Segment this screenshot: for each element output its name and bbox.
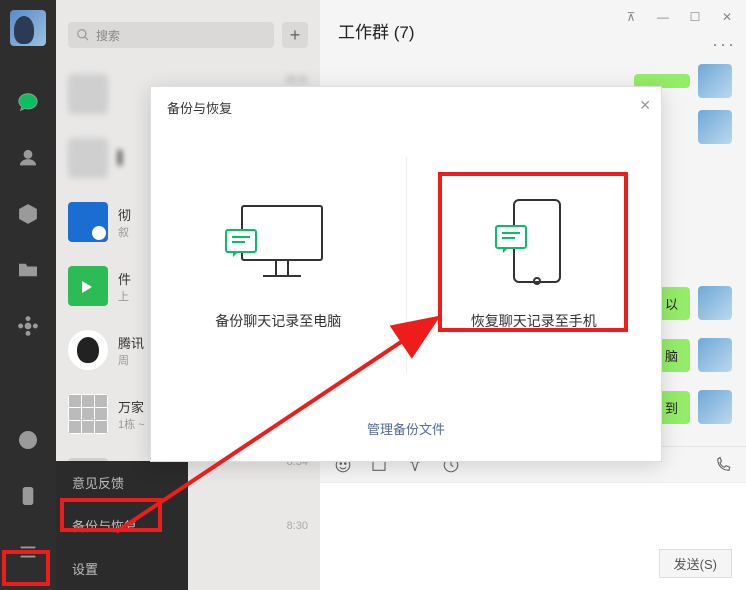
sender-avatar[interactable] — [698, 390, 732, 424]
menu-item-backup[interactable]: 备份与恢复 — [56, 504, 188, 547]
search-placeholder: 搜索 — [96, 27, 120, 44]
sender-avatar[interactable] — [698, 110, 732, 144]
doc-icon — [68, 202, 108, 242]
close-button[interactable]: ✕ — [712, 6, 742, 28]
sender-avatar[interactable] — [698, 338, 732, 372]
sender-avatar[interactable] — [698, 286, 732, 320]
pin-button[interactable]: ⊼ — [616, 6, 646, 28]
dialog-close-button[interactable]: ✕ — [639, 97, 651, 114]
menu-item-feedback[interactable]: 意见反馈 — [56, 461, 188, 504]
menu-item-settings[interactable]: 设置 — [56, 547, 188, 590]
menu-icon[interactable] — [14, 538, 42, 566]
file-icon — [68, 266, 108, 306]
compose-input[interactable]: 发送(S) — [320, 482, 746, 590]
backup-to-pc-option[interactable]: 备份聊天记录至电脑 — [151, 127, 406, 403]
phone-restore-icon — [479, 199, 589, 289]
folder-icon[interactable] — [14, 256, 42, 284]
miniprogram-icon[interactable] — [14, 426, 42, 454]
add-button[interactable]: + — [282, 22, 308, 48]
settings-menu: 意见反馈 备份与恢复 设置 — [56, 461, 188, 590]
monitor-icon — [223, 199, 333, 289]
search-icon — [76, 28, 90, 42]
restore-to-phone-option[interactable]: 恢复聊天记录至手机 — [407, 127, 662, 403]
maximize-button[interactable]: ☐ — [680, 6, 710, 28]
cube-icon[interactable] — [14, 200, 42, 228]
contacts-icon[interactable] — [14, 144, 42, 172]
minimize-button[interactable]: — — [648, 6, 678, 28]
qq-icon — [68, 330, 108, 370]
dialog-title: 备份与恢复 — [167, 98, 232, 117]
titlebar: 工作群 (7) ⊼ — ☐ ✕ ··· — [320, 0, 746, 60]
chats-icon[interactable] — [14, 88, 42, 116]
sender-avatar[interactable] — [698, 64, 732, 98]
nav-rail — [0, 0, 56, 590]
call-icon[interactable] — [714, 456, 732, 474]
more-button[interactable]: ··· — [712, 34, 736, 55]
backup-dialog: 备份与恢复 ✕ 备份聊天记录至电脑 恢复聊天记录至手机 管理备份文件 — [150, 86, 662, 462]
avatar[interactable] — [10, 10, 46, 46]
send-button[interactable]: 发送(S) — [659, 549, 732, 578]
moments-icon[interactable] — [14, 312, 42, 340]
manage-backups-link[interactable]: 管理备份文件 — [367, 422, 445, 437]
search-input[interactable]: 搜索 — [68, 22, 274, 48]
phone-icon[interactable] — [14, 482, 42, 510]
chat-title: 工作群 (7) — [338, 18, 415, 43]
